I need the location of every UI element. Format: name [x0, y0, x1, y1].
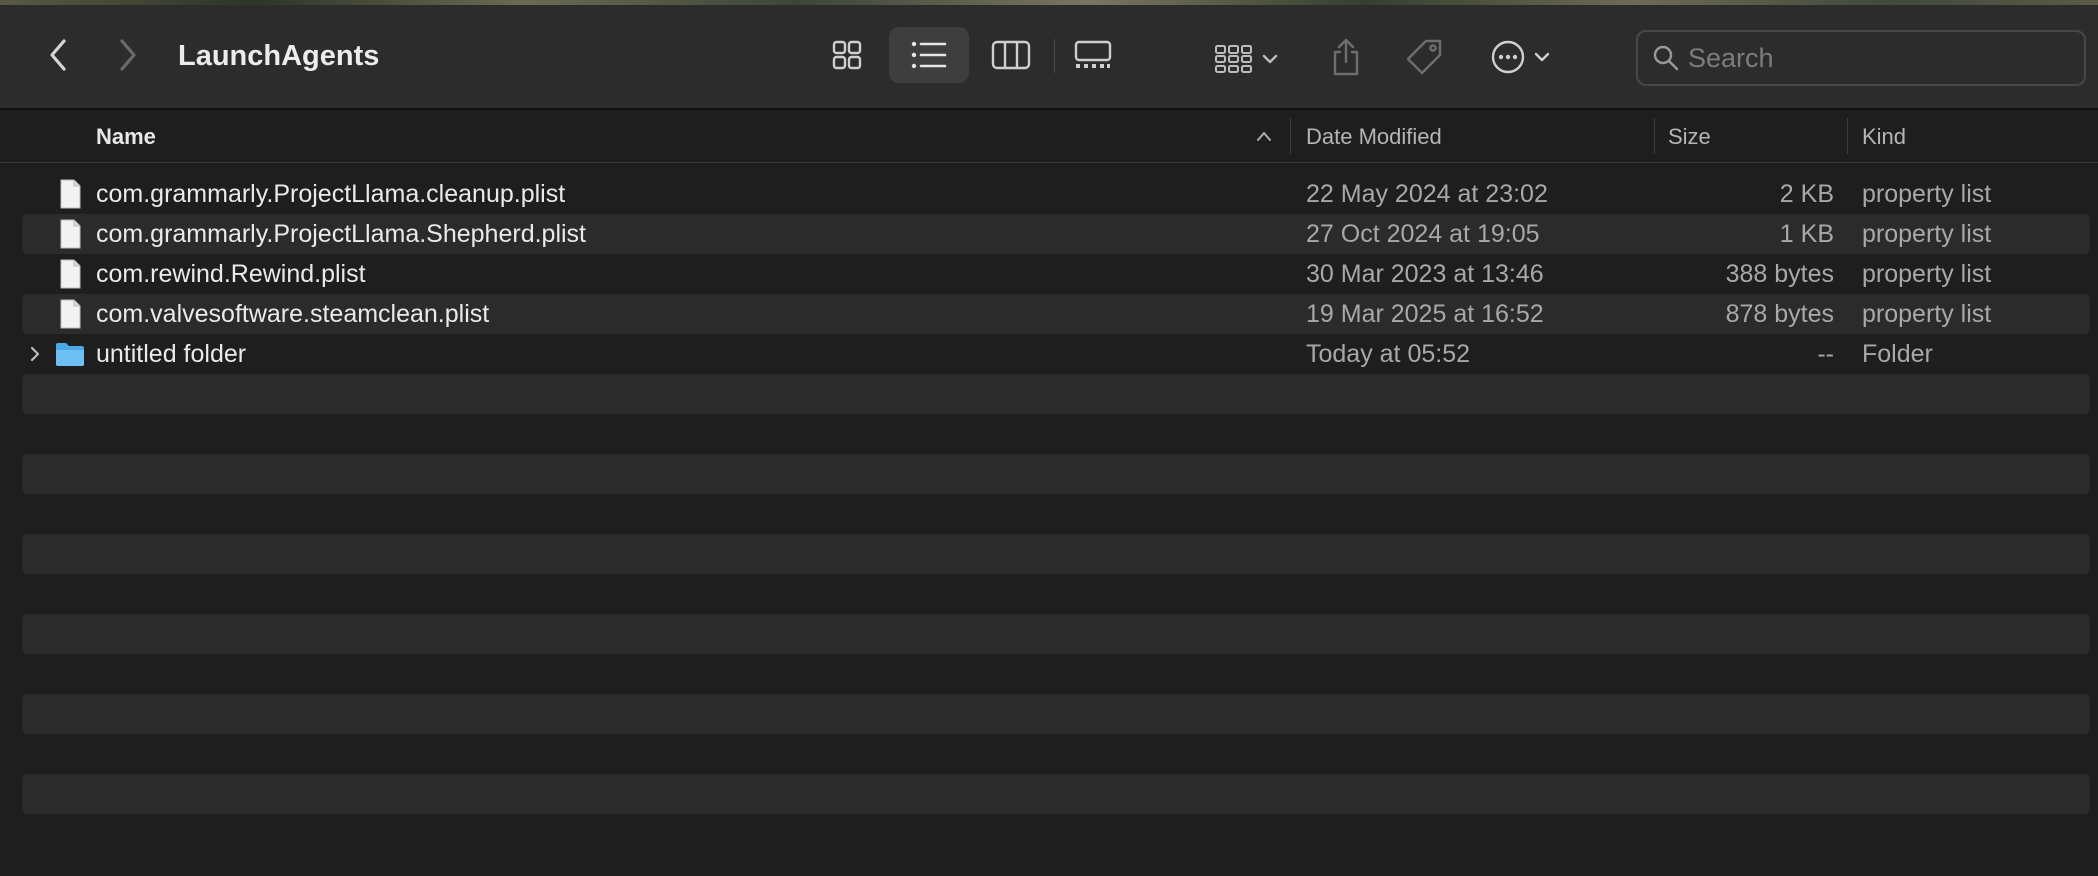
document-icon	[60, 219, 81, 249]
disclosure-triangle-icon[interactable]	[28, 344, 42, 364]
column-view-button[interactable]	[971, 27, 1051, 83]
file-name: untitled folder	[96, 340, 247, 368]
column-divider[interactable]	[1654, 118, 1655, 154]
folder-row[interactable]: untitled folder Today at 05:52 -- Folder	[22, 334, 2090, 374]
empty-row	[22, 374, 2090, 414]
file-name: com.rewind.Rewind.plist	[96, 260, 366, 288]
search-icon	[1653, 45, 1679, 71]
document-icon	[60, 259, 81, 289]
file-kind: Folder	[1862, 340, 1933, 368]
file-date-modified: 19 Mar 2025 at 16:52	[1306, 300, 1544, 328]
file-date-modified: 22 May 2024 at 23:02	[1306, 180, 1548, 208]
group-by-icon	[1215, 45, 1252, 73]
tags-button[interactable]	[1402, 33, 1446, 81]
file-name: com.grammarly.ProjectLlama.cleanup.plist	[96, 180, 566, 208]
file-size: 878 bytes	[1725, 300, 1834, 328]
column-header-bar: Name Date Modified Size Kind	[0, 110, 2098, 163]
icon-view-icon	[832, 40, 862, 70]
icon-view-button[interactable]	[807, 27, 887, 83]
document-icon-wrap	[54, 178, 86, 210]
column-header-kind[interactable]: Kind	[1862, 124, 1906, 150]
file-name: com.grammarly.ProjectLlama.Shepherd.plis…	[96, 220, 587, 248]
document-icon-wrap	[54, 258, 86, 290]
search-input[interactable]	[1686, 41, 2060, 75]
chevron-down-icon	[1534, 52, 1550, 62]
document-icon-wrap	[54, 298, 86, 330]
document-icon-wrap	[54, 218, 86, 250]
list-view-icon	[911, 41, 947, 69]
empty-row	[22, 494, 2090, 534]
column-header-date-modified[interactable]: Date Modified	[1306, 124, 1442, 150]
file-date-modified: Today at 05:52	[1306, 340, 1471, 368]
more-actions-icon	[1491, 40, 1525, 74]
folder-icon	[56, 343, 84, 366]
forward-button[interactable]	[108, 35, 148, 75]
file-size: 388 bytes	[1725, 260, 1834, 288]
file-list: com.grammarly.ProjectLlama.cleanup.plist…	[22, 174, 2090, 854]
empty-row	[22, 414, 2090, 454]
list-view-button[interactable]	[889, 27, 969, 83]
window-title: LaunchAgents	[178, 40, 380, 72]
toolbar: LaunchAgents	[0, 5, 2098, 110]
share-button[interactable]	[1326, 33, 1366, 81]
document-icon	[60, 179, 81, 209]
empty-row	[22, 774, 2090, 814]
document-icon	[60, 299, 81, 329]
empty-row	[22, 574, 2090, 614]
gallery-view-icon	[1074, 40, 1112, 68]
file-row[interactable]: com.valvesoftware.steamclean.plist 19 Mar…	[22, 294, 2090, 334]
empty-row	[22, 454, 2090, 494]
column-divider[interactable]	[1847, 118, 1848, 154]
file-size: --	[1817, 340, 1834, 368]
column-header-size[interactable]: Size	[1668, 124, 1711, 150]
tag-icon	[1406, 39, 1442, 75]
empty-row	[22, 814, 2090, 854]
sort-ascending-icon[interactable]	[1256, 130, 1272, 142]
chevron-right-icon	[120, 39, 136, 71]
empty-row	[22, 694, 2090, 734]
file-kind: property list	[1862, 300, 1992, 328]
file-kind: property list	[1862, 260, 1992, 288]
group-by-button[interactable]	[1214, 39, 1288, 79]
empty-row	[22, 734, 2090, 774]
file-row[interactable]: com.grammarly.ProjectLlama.Shepherd.plis…	[22, 214, 2090, 254]
file-date-modified: 27 Oct 2024 at 19:05	[1306, 220, 1540, 248]
column-header-name[interactable]: Name	[96, 124, 156, 150]
folder-icon-wrap	[54, 338, 86, 370]
file-kind: property list	[1862, 180, 1992, 208]
file-row[interactable]: com.grammarly.ProjectLlama.cleanup.plist…	[22, 174, 2090, 214]
file-kind: property list	[1862, 220, 1992, 248]
column-view-icon	[991, 40, 1031, 70]
share-icon	[1333, 38, 1359, 76]
file-name: com.valvesoftware.steamclean.plist	[96, 300, 490, 328]
back-button[interactable]	[38, 35, 78, 75]
file-date-modified: 30 Mar 2023 at 13:46	[1306, 260, 1544, 288]
column-divider[interactable]	[1290, 118, 1291, 154]
gallery-view-button[interactable]	[1053, 27, 1133, 83]
chevron-left-icon	[50, 39, 66, 71]
search-field[interactable]	[1636, 30, 2086, 86]
empty-row	[22, 534, 2090, 574]
chevron-down-icon	[1262, 54, 1278, 64]
more-actions-button[interactable]	[1490, 35, 1566, 79]
file-size: 2 KB	[1779, 180, 1834, 208]
file-row[interactable]: com.rewind.Rewind.plist 30 Mar 2023 at 13…	[22, 254, 2090, 294]
empty-row	[22, 614, 2090, 654]
file-size: 1 KB	[1779, 220, 1834, 248]
empty-row	[22, 654, 2090, 694]
